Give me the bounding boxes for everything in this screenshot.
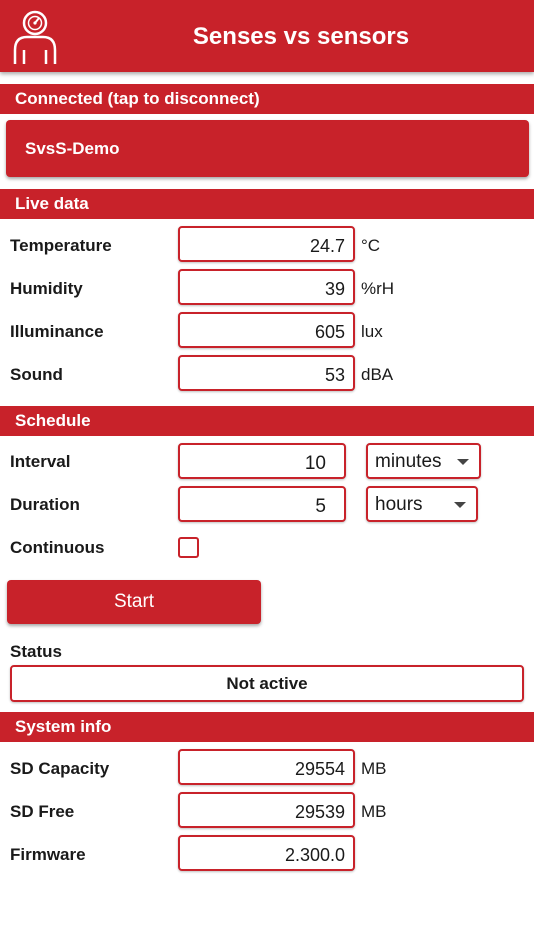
interval-field[interactable]: 10 <box>178 443 346 479</box>
connection-header[interactable]: Connected (tap to disconnect) <box>0 84 534 114</box>
chevron-down-icon <box>454 502 466 508</box>
app-bar: Senses vs sensors <box>0 0 534 72</box>
duration-field[interactable]: 5 <box>178 486 346 522</box>
duration-unit-select[interactable]: hours <box>366 486 478 522</box>
device-button[interactable]: SvsS-Demo <box>6 120 529 177</box>
status-label: Status <box>10 642 62 661</box>
temperature-label: Temperature <box>10 236 112 255</box>
sound-field[interactable]: 53 <box>178 355 355 391</box>
person-gauge-icon <box>13 10 57 64</box>
interval-unit-select[interactable]: minutes <box>366 443 481 479</box>
system-info-header: System info <box>0 712 534 742</box>
temperature-field[interactable]: 24.7 <box>178 226 355 262</box>
firmware-field[interactable]: 2.300.0 <box>178 835 355 871</box>
sd-capacity-label: SD Capacity <box>10 759 110 778</box>
humidity-field[interactable]: 39 <box>178 269 355 305</box>
schedule-header: Schedule <box>0 406 534 436</box>
sd-capacity-unit: MB <box>361 759 387 778</box>
humidity-label: Humidity <box>10 279 83 298</box>
live-data-header: Live data <box>0 189 534 219</box>
sd-free-field[interactable]: 29539 <box>178 792 355 828</box>
duration-unit-value: hours <box>375 494 423 515</box>
sound-unit: dBA <box>361 365 394 384</box>
continuous-checkbox[interactable] <box>178 537 199 558</box>
sd-free-label: SD Free <box>10 802 75 821</box>
sd-free-unit: MB <box>361 802 387 821</box>
duration-label: Duration <box>10 495 80 514</box>
sd-capacity-field[interactable]: 29554 <box>178 749 355 785</box>
humidity-unit: %rH <box>361 279 395 298</box>
app-title: Senses vs sensors <box>192 23 410 50</box>
interval-unit-value: minutes <box>375 451 442 472</box>
illuminance-label: Illuminance <box>10 322 104 341</box>
start-button[interactable]: Start <box>7 580 261 624</box>
temperature-unit: °C <box>361 236 381 255</box>
continuous-label: Continuous <box>10 538 105 557</box>
firmware-label: Firmware <box>10 845 86 864</box>
sound-label: Sound <box>10 365 63 384</box>
illuminance-field[interactable]: 605 <box>178 312 355 348</box>
illuminance-unit: lux <box>361 322 383 341</box>
status-value: Not active <box>10 665 524 702</box>
chevron-down-icon <box>457 459 469 465</box>
interval-label: Interval <box>10 452 71 471</box>
